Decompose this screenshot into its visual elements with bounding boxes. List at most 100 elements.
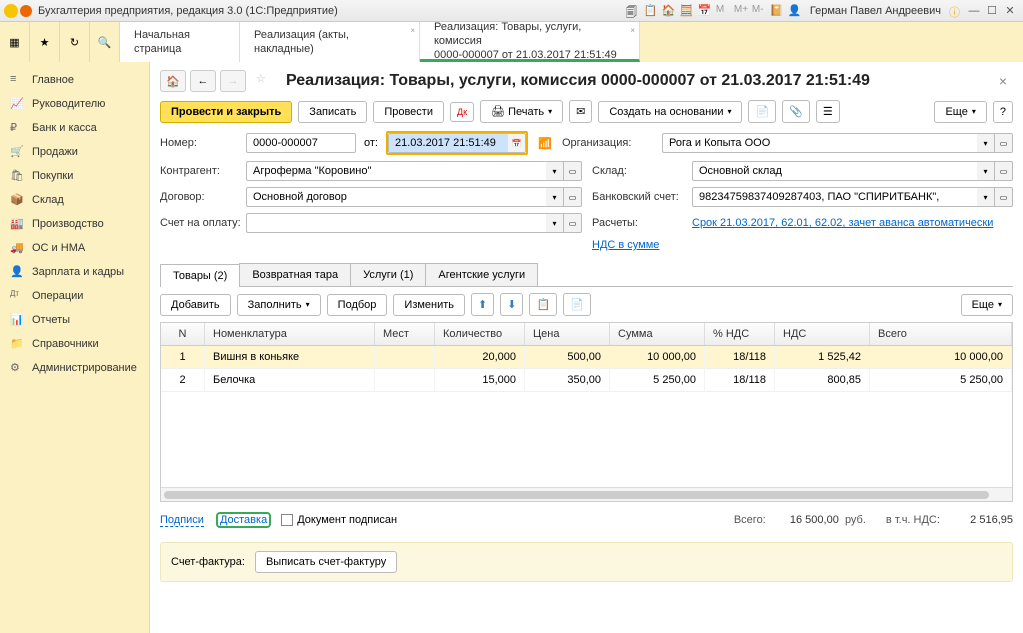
table-row[interactable]: 2 Белочка 15,000 350,00 5 250,00 18/118 … [161,369,1012,392]
post-and-close-button[interactable]: Провести и закрыть [160,101,292,123]
home-button[interactable]: 🏠 [160,70,186,92]
toolbar-icon[interactable]: 🏠 [662,4,676,18]
minimize-button[interactable]: — [966,4,982,18]
new-doc-button[interactable]: 📄 [748,100,776,123]
dropdown-button[interactable]: ▾ [977,187,995,207]
sidebar-item-admin[interactable]: ⚙Администрирование [0,356,149,380]
sidebar-item-label: Продажи [32,146,78,158]
tab-tara[interactable]: Возвратная тара [239,263,351,286]
search-icon[interactable]: 🔍 [90,22,120,62]
bank-input[interactable] [692,187,977,207]
m-plus-icon[interactable]: M+ [734,4,748,18]
open-button[interactable]: ▭ [995,187,1013,207]
dropdown-button[interactable]: ▾ [546,187,564,207]
history-icon[interactable]: ↻ [60,22,90,62]
grid-more-button[interactable]: Еще▾ [961,294,1013,316]
agenda-icon[interactable]: 📔 [770,4,784,18]
info-icon[interactable]: ⓘ [949,4,963,18]
sidebar-item-salary[interactable]: 👤Зарплата и кадры [0,260,149,284]
dtkt-button[interactable]: Дк [450,102,474,122]
calc-link[interactable]: Срок 21.03.2017, 62.01, 62.02, зачет ава… [692,217,993,229]
tab-goods[interactable]: Товары (2) [160,264,240,287]
paste-button[interactable]: 📄 [563,293,591,316]
calculator-icon[interactable]: 🧮 [680,4,694,18]
m-minus-icon[interactable]: M- [752,4,766,18]
tab-sale-document[interactable]: Реализация: Товары, услуги, комиссия 000… [420,22,640,62]
copy-button[interactable]: 📋 [529,293,557,316]
move-up-button[interactable]: ⬆ [471,293,494,316]
create-based-button[interactable]: Создать на основании▾ [598,101,742,123]
date-input[interactable] [388,133,508,153]
maximize-button[interactable]: ☐ [984,4,1000,18]
tab-services[interactable]: Услуги (1) [350,263,426,286]
open-button[interactable]: ▭ [564,187,582,207]
sidebar-item-main[interactable]: ≡Главное [0,68,149,92]
tab-sales-list[interactable]: Реализация (акты, накладные)× [240,22,420,62]
dropdown-button[interactable]: ▾ [977,133,995,153]
list-button[interactable]: ☰ [816,100,840,123]
sidebar-item-purchases[interactable]: 🛍Покупки [0,164,149,188]
edit-row-button[interactable]: Изменить [393,294,465,316]
open-button[interactable]: ▭ [995,133,1013,153]
help-button[interactable]: ? [993,101,1013,123]
sidebar-item-manager[interactable]: 📈Руководителю [0,92,149,116]
add-row-button[interactable]: Добавить [160,294,231,316]
toolbar-icon[interactable]: 📋 [644,4,658,18]
favorite-icon[interactable]: ☆ [256,72,274,90]
date-picker-button[interactable]: 📅 [508,133,526,153]
apps-icon[interactable]: ▦ [0,22,30,62]
tab-agency[interactable]: Агентские услуги [425,263,538,286]
sidebar-item-stock[interactable]: 📦Склад [0,188,149,212]
tab-start[interactable]: Начальная страница [120,22,240,62]
open-button[interactable]: ▭ [564,213,582,233]
sidebar-item-production[interactable]: 🏭Производство [0,212,149,236]
issue-sf-button[interactable]: Выписать счет-фактуру [255,551,397,573]
status-icon[interactable]: 📶 [538,137,552,149]
back-button[interactable]: ← [190,70,216,92]
print-button[interactable]: 🖨 Печать▾ [480,100,563,123]
table-row[interactable]: 1 Вишня в коньяке 20,000 500,00 10 000,0… [161,346,1012,369]
sidebar-item-sales[interactable]: 🛒Продажи [0,140,149,164]
vat-mode-link[interactable]: НДС в сумме [592,239,659,251]
open-button[interactable]: ▭ [995,161,1013,181]
move-down-button[interactable]: ⬇ [500,293,523,316]
org-input[interactable] [662,133,977,153]
dropdown-button[interactable]: ▾ [546,213,564,233]
more-button[interactable]: Еще▾ [934,101,986,123]
number-input[interactable] [246,133,356,153]
counterparty-input[interactable] [246,161,546,181]
current-user[interactable]: Герман Павел Андреевич [810,5,941,17]
doc-signed-checkbox[interactable] [281,514,293,526]
write-button[interactable]: Записать [298,101,367,123]
signatures-link[interactable]: Подписи [160,514,204,527]
star-icon[interactable]: ★ [30,22,60,62]
toolbar-icon[interactable]: 🗐 [626,4,640,18]
close-icon[interactable]: × [410,26,415,35]
forward-button[interactable]: → [220,70,246,92]
warehouse-input[interactable] [692,161,977,181]
open-button[interactable]: ▭ [564,161,582,181]
calendar-icon[interactable]: 📅 [698,4,712,18]
sidebar-item-bank[interactable]: ₽Банк и касса [0,116,149,140]
sidebar-item-ops[interactable]: ДтОперации [0,284,149,308]
fill-button[interactable]: Заполнить▾ [237,294,321,316]
attach-button[interactable]: 📎 [782,100,810,123]
calc-label: Расчеты: [592,217,692,229]
delivery-link[interactable]: Доставка [216,512,271,528]
m-icon[interactable]: M [716,4,730,18]
mail-button[interactable]: ✉ [569,100,592,123]
sidebar-item-os-nma[interactable]: 🚚ОС и НМА [0,236,149,260]
app-dropdown-icon[interactable] [20,5,32,17]
contract-input[interactable] [246,187,546,207]
close-icon[interactable]: × [630,26,635,35]
invoice-for-input[interactable] [246,213,546,233]
close-page-button[interactable]: × [993,73,1013,89]
pick-button[interactable]: Подбор [327,294,388,316]
sidebar-item-refs[interactable]: 📁Справочники [0,332,149,356]
close-button[interactable]: ✕ [1002,4,1018,18]
dropdown-button[interactable]: ▾ [977,161,995,181]
sidebar-item-reports[interactable]: 📊Отчеты [0,308,149,332]
dropdown-button[interactable]: ▾ [546,161,564,181]
h-scrollbar[interactable] [161,487,1012,501]
post-button[interactable]: Провести [373,101,444,123]
